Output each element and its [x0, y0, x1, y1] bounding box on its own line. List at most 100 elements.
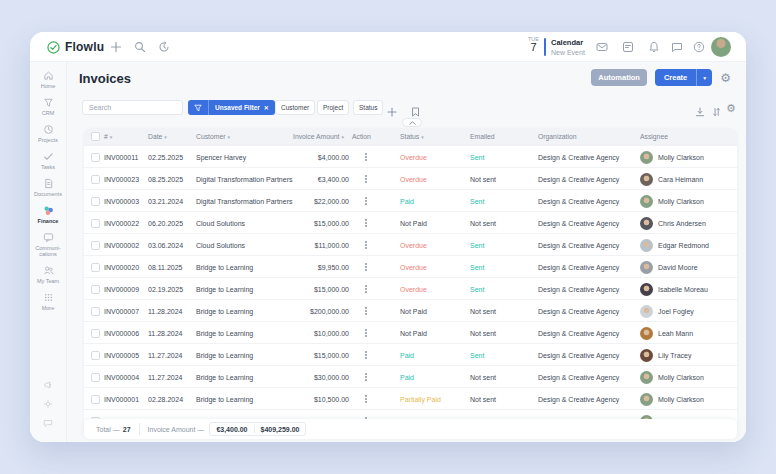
invoice-status[interactable]: Overdue [400, 278, 427, 300]
invoice-status[interactable]: Paid [400, 366, 414, 388]
invoice-customer[interactable]: Cloud Solutions [196, 234, 245, 256]
chat-icon[interactable] [671, 41, 683, 53]
row-checkbox[interactable] [91, 175, 100, 184]
column-header-id[interactable]: #▾ [104, 128, 112, 145]
timer-icon[interactable] [158, 41, 170, 53]
row-actions-menu[interactable] [365, 300, 367, 322]
integrations-icon[interactable] [43, 399, 53, 409]
new-event-link[interactable]: New Event [551, 49, 585, 56]
add-filter-icon[interactable] [387, 103, 397, 121]
invoice-customer[interactable]: Spencer Harvey [196, 146, 246, 168]
invoice-row[interactable]: INV00002308.25.2025Digital Transformatio… [84, 167, 737, 189]
invoice-assignee[interactable]: Cara Heimann [640, 168, 703, 190]
invoice-id[interactable]: INV000020 [104, 256, 139, 278]
download-icon[interactable] [695, 103, 705, 121]
row-checkbox[interactable] [91, 285, 100, 294]
invoice-status[interactable]: Not Paid [400, 322, 427, 344]
filter-chip-project[interactable]: Project [317, 100, 349, 115]
invoice-assignee[interactable]: Molly Clarkson [640, 366, 704, 388]
row-actions-menu[interactable] [365, 366, 367, 388]
row-actions-menu[interactable] [365, 322, 367, 344]
invoice-assignee[interactable]: Joel Fogley [640, 300, 694, 322]
invoice-status[interactable]: Not Paid [400, 300, 427, 322]
column-header-date[interactable]: Date▾ [148, 128, 167, 145]
row-checkbox[interactable] [91, 351, 100, 360]
invoice-status[interactable]: Overdue [400, 168, 427, 190]
invoice-customer[interactable]: Bridge to Learning [196, 344, 253, 366]
invoice-assignee[interactable]: Edgar Redmond [640, 234, 709, 256]
row-checkbox[interactable] [91, 153, 100, 162]
notifications-icon[interactable] [648, 41, 660, 53]
row-checkbox[interactable] [91, 329, 100, 338]
column-header-amount[interactable]: Invoice Amount▾ [249, 128, 344, 145]
help-icon[interactable] [693, 41, 705, 53]
invoice-assignee[interactable]: Molly Clarkson [640, 388, 704, 410]
invoice-customer[interactable]: Bridge to Learning [196, 366, 253, 388]
automation-button[interactable]: Automation [591, 69, 647, 86]
invoice-row[interactable]: INV00000203.06.2024Cloud Solutions$11,00… [84, 233, 737, 255]
row-actions-menu[interactable] [365, 146, 367, 168]
invoice-assignee[interactable]: Molly Clarkson [640, 190, 704, 212]
feedback-icon[interactable] [43, 418, 53, 428]
row-checkbox[interactable] [91, 307, 100, 316]
collapse-table-pill[interactable] [402, 118, 422, 127]
row-actions-menu[interactable] [365, 234, 367, 256]
invoice-assignee[interactable]: David Moore [640, 256, 698, 278]
invoice-assignee[interactable]: Isabelle Moreau [640, 278, 708, 300]
sidebar-item-tasks[interactable]: Tasks [30, 151, 66, 170]
column-header-customer[interactable]: Customer▾ [196, 128, 230, 145]
row-actions-menu[interactable] [365, 190, 367, 212]
invoice-row[interactable]: INV00000411.27.2024Bridge to Learning$30… [84, 365, 737, 387]
invoice-status[interactable]: Paid [400, 344, 414, 366]
sidebar-item-finance[interactable]: Finance [30, 205, 66, 224]
column-header-status[interactable]: Status▾ [400, 128, 424, 145]
sort-icon[interactable] [712, 103, 721, 121]
invoice-assignee[interactable]: Chris Andersen [640, 212, 706, 234]
row-actions-menu[interactable] [365, 388, 367, 410]
invoice-status[interactable]: Overdue [400, 234, 427, 256]
invoice-assignee[interactable]: Leah Mann [640, 322, 693, 344]
search-input[interactable]: Search [82, 100, 183, 115]
invoice-customer[interactable]: Bridge to Learning [196, 388, 253, 410]
invoice-id[interactable]: INV000001 [104, 388, 139, 410]
row-actions-menu[interactable] [365, 168, 367, 190]
invoice-id[interactable]: INV000007 [104, 300, 139, 322]
invoice-row[interactable]: INV00002008.11.2025Bridge to Learning$9,… [84, 255, 737, 277]
sidebar-item-more[interactable]: More [30, 292, 66, 311]
invoice-row[interactable]: INV00000902.19.2025Bridge to Learning$15… [84, 277, 737, 299]
row-checkbox[interactable] [91, 395, 100, 404]
invoice-id[interactable]: INV000009 [104, 278, 139, 300]
row-actions-menu[interactable] [365, 344, 367, 366]
filter-chip-status[interactable]: Status [353, 100, 383, 115]
invoice-status[interactable]: Not Paid [400, 212, 427, 234]
invoice-id[interactable]: INV000002 [104, 234, 139, 256]
invoice-assignee[interactable]: Molly Clarkson [640, 146, 704, 168]
row-checkbox[interactable] [91, 197, 100, 206]
invoice-customer[interactable]: Bridge to Learning [196, 322, 253, 344]
invoice-customer[interactable]: Bridge to Learning [196, 300, 253, 322]
create-dropdown-caret[interactable]: ▼ [697, 75, 712, 81]
sidebar-item-crm[interactable]: CRM [30, 97, 66, 116]
row-actions-menu[interactable] [365, 212, 367, 234]
invoice-status[interactable]: Partially Paid [400, 388, 441, 410]
unsaved-filter-chip[interactable]: Unsaved Filter✕ [188, 100, 275, 115]
invoice-id[interactable]: INV000006 [104, 322, 139, 344]
sidebar-item-projects[interactable]: Projects [30, 124, 66, 143]
invoice-id[interactable]: INV000005 [104, 344, 139, 366]
invoice-row[interactable]: INV00002206.20.2025Cloud Solutions$15,00… [84, 211, 737, 233]
invoice-row[interactable]: INV00000511.27.2024Bridge to Learning$15… [84, 343, 737, 365]
invoice-id[interactable]: INV000023 [104, 168, 139, 190]
remove-filter-icon[interactable]: ✕ [264, 104, 269, 111]
mail-icon[interactable] [596, 41, 608, 53]
invoice-customer[interactable]: Bridge to Learning [196, 256, 253, 278]
table-settings-icon[interactable]: ⚙ [726, 102, 736, 114]
invoice-id[interactable]: INV000004 [104, 366, 139, 388]
announcement-icon[interactable] [43, 380, 53, 390]
invoice-assignee[interactable]: Lily Tracey [640, 344, 691, 366]
invoice-row[interactable]: INV00000303.21.2024Digital Transformatio… [84, 189, 737, 211]
invoice-customer[interactable]: Cloud Solutions [196, 212, 245, 234]
row-actions-menu[interactable] [365, 256, 367, 278]
invoice-row[interactable]: INV00000711.28.2024Bridge to Learning$20… [84, 299, 737, 321]
row-checkbox[interactable] [91, 263, 100, 272]
sidebar-item-communications[interactable]: Communi-cations [30, 232, 66, 257]
